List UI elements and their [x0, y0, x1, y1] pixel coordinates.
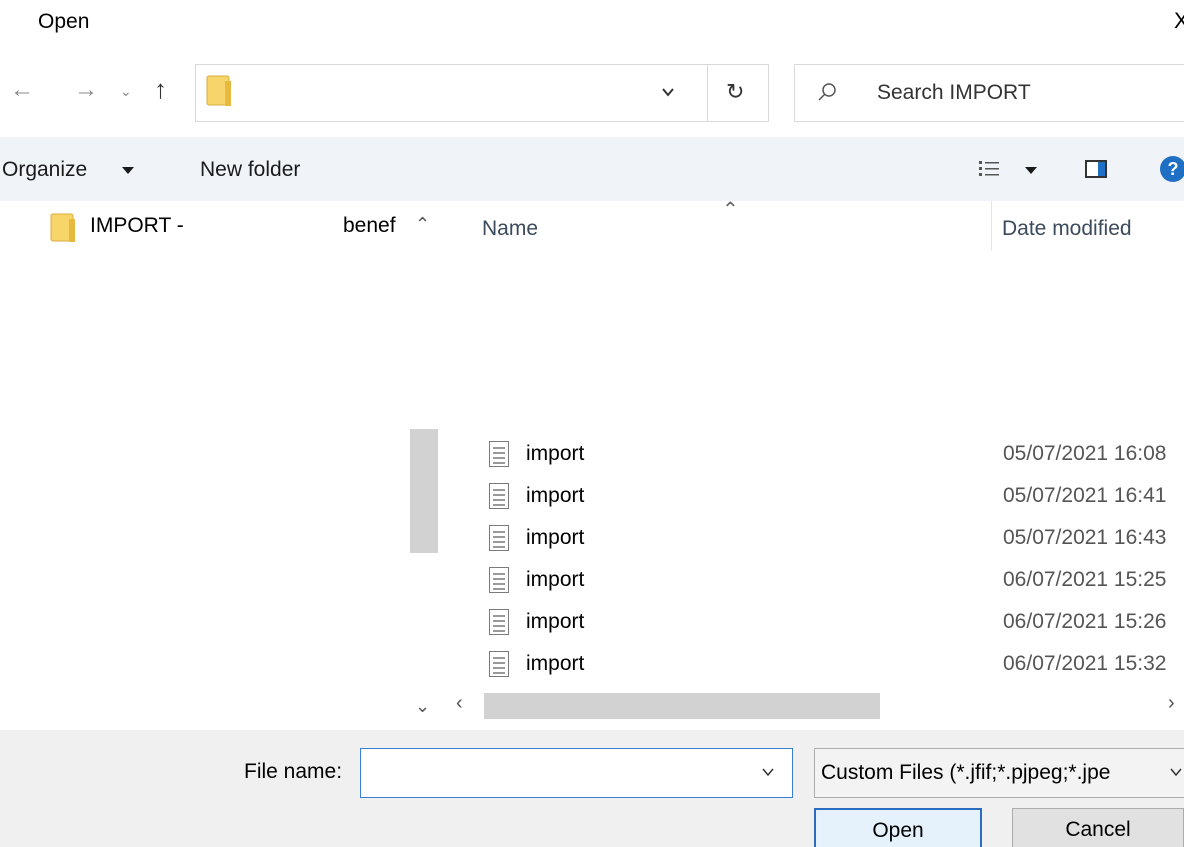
- file-name: import: [526, 526, 585, 549]
- file-row[interactable]: import 05/07/2021 16:43: [442, 521, 1184, 563]
- address-bar[interactable]: ↻: [195, 64, 769, 122]
- file-name-input[interactable]: [360, 748, 793, 798]
- chevron-down-icon: [1170, 768, 1182, 777]
- arrow-right-icon: →: [74, 76, 98, 103]
- command-bar: Organize New folder ?: [0, 137, 1184, 201]
- file-row[interactable]: import 06/07/2021 15:26: [442, 605, 1184, 647]
- search-placeholder: Search IMPORT: [877, 81, 1031, 104]
- open-button[interactable]: Open: [814, 808, 982, 847]
- file-name: import: [526, 484, 585, 507]
- cancel-button[interactable]: Cancel: [1012, 808, 1184, 847]
- folder-icon: [50, 213, 75, 242]
- close-button[interactable]: X: [1174, 8, 1184, 34]
- chevron-down-icon[interactable]: [761, 765, 775, 779]
- file-date: 06/07/2021 15:26: [1003, 610, 1167, 633]
- recent-locations-button[interactable]: ⌄: [120, 84, 132, 98]
- nav-item-label-tail[interactable]: benef: [343, 214, 396, 238]
- nav-scroll-thumb[interactable]: [410, 429, 438, 553]
- arrow-left-icon: ←: [10, 76, 34, 103]
- scroll-up-icon[interactable]: ⌃: [415, 214, 430, 235]
- file-name-label: File name:: [244, 760, 343, 783]
- caret-down-icon[interactable]: [1025, 167, 1037, 174]
- file-row[interactable]: import 06/07/2021 15:25: [442, 563, 1184, 605]
- preview-pane-icon[interactable]: [1085, 160, 1107, 178]
- file-name: import: [526, 610, 585, 633]
- file-row[interactable]: import 06/07/2021 15:32: [442, 647, 1184, 689]
- column-separator[interactable]: [991, 201, 992, 251]
- back-button[interactable]: ←: [10, 78, 34, 102]
- file-name: import: [526, 652, 585, 675]
- file-name: import: [526, 568, 585, 591]
- window-title: Open: [38, 10, 90, 33]
- forward-button[interactable]: →: [74, 78, 98, 102]
- up-button[interactable]: ↑: [154, 76, 167, 102]
- text-file-icon: [489, 609, 509, 635]
- organize-button[interactable]: Organize: [2, 158, 87, 182]
- folder-icon: [206, 75, 231, 106]
- refresh-icon[interactable]: ↻: [726, 79, 744, 105]
- file-name: import: [526, 442, 585, 465]
- file-date: 05/07/2021 16:43: [1003, 526, 1167, 549]
- dialog-footer: File name: Custom Files (*.jfif;*.pjpeg;…: [0, 730, 1184, 847]
- text-file-icon: [489, 441, 509, 467]
- column-header-date-modified[interactable]: Date modified: [1002, 217, 1132, 241]
- text-file-icon: [489, 651, 509, 677]
- nav-item-import-folder[interactable]: IMPORT -: [90, 214, 184, 238]
- column-header-name[interactable]: Name: [482, 217, 538, 241]
- text-file-icon: [489, 483, 509, 509]
- new-folder-button[interactable]: New folder: [200, 158, 300, 182]
- title-bar: [0, 0, 1184, 48]
- file-date: 05/07/2021 16:08: [1003, 442, 1167, 465]
- sort-ascending-icon: ⌃: [722, 199, 739, 221]
- scroll-down-icon[interactable]: ⌄: [415, 696, 430, 717]
- help-icon[interactable]: ?: [1160, 156, 1184, 182]
- text-file-icon: [489, 567, 509, 593]
- search-box[interactable]: Search IMPORT: [794, 64, 1184, 122]
- file-list: ⌃ Name Date modified import 05/07/2021 1…: [442, 199, 1184, 721]
- text-file-icon: [489, 525, 509, 551]
- address-dropdown-icon[interactable]: [661, 85, 675, 99]
- address-divider: [707, 65, 708, 121]
- view-options-icon[interactable]: [978, 159, 1000, 179]
- file-type-value: Custom Files (*.jfif;*.pjpeg;*.jpe: [821, 761, 1111, 784]
- chevron-down-icon: ⌄: [120, 83, 132, 99]
- file-row[interactable]: import 05/07/2021 16:08: [442, 437, 1184, 479]
- horizontal-scroll-thumb[interactable]: [484, 693, 880, 719]
- scroll-right-icon[interactable]: ›: [1168, 692, 1175, 715]
- caret-down-icon: [122, 167, 134, 174]
- search-icon: [818, 83, 836, 101]
- file-row[interactable]: import 05/07/2021 16:41: [442, 479, 1184, 521]
- file-date: 05/07/2021 16:41: [1003, 484, 1167, 507]
- scroll-left-icon[interactable]: ‹: [456, 692, 463, 715]
- horizontal-scrollbar[interactable]: ‹ ›: [450, 690, 1184, 722]
- navigation-pane: IMPORT - benef ⌃ ⌄: [0, 201, 442, 721]
- file-date: 06/07/2021 15:25: [1003, 568, 1167, 591]
- file-type-select[interactable]: Custom Files (*.jfif;*.pjpeg;*.jpe: [814, 748, 1184, 798]
- arrow-up-icon: ↑: [154, 74, 167, 104]
- file-date: 06/07/2021 15:32: [1003, 652, 1167, 675]
